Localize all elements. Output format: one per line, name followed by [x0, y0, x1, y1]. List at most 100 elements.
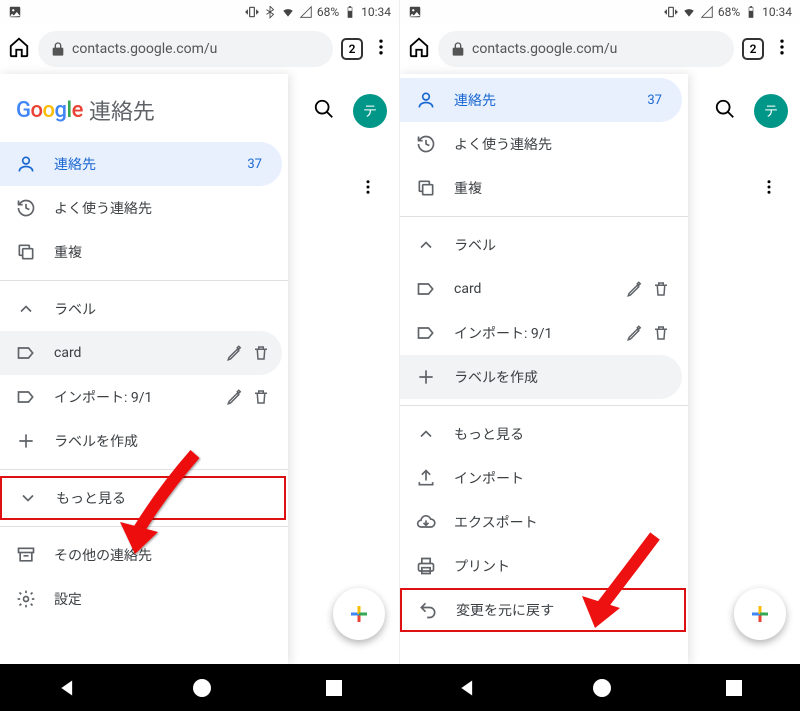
- label-icon: [416, 279, 436, 299]
- nav-export[interactable]: エクスポート: [400, 500, 682, 544]
- search-button[interactable]: [313, 98, 335, 124]
- nav-frequent[interactable]: よく使う連絡先: [400, 122, 682, 166]
- person-icon: [416, 90, 436, 110]
- pencil-icon[interactable]: [626, 280, 644, 298]
- label-icon: [16, 343, 36, 363]
- trash-icon[interactable]: [252, 388, 270, 406]
- browser-toolbar: contacts.google.com/u 2: [400, 24, 800, 74]
- settings[interactable]: 設定: [0, 577, 282, 621]
- label-card-text: card: [54, 345, 81, 361]
- nav-contacts[interactable]: 連絡先 37: [0, 142, 282, 186]
- home-button-nav[interactable]: [193, 679, 211, 697]
- recent-apps-button[interactable]: [326, 680, 342, 696]
- home-button-nav[interactable]: [593, 679, 611, 697]
- signal-icon: [700, 5, 714, 19]
- battery-icon: [744, 5, 758, 19]
- search-button[interactable]: [714, 98, 736, 124]
- nav-print[interactable]: プリント: [400, 544, 682, 588]
- label-card[interactable]: card: [400, 267, 682, 311]
- see-more-expanded[interactable]: もっと見る: [400, 412, 682, 456]
- overflow-menu[interactable]: [760, 178, 778, 200]
- labels-header[interactable]: ラベル: [400, 223, 682, 267]
- tab-count[interactable]: 2: [341, 38, 363, 60]
- divider: [0, 280, 288, 281]
- app-brand: Google 連絡先: [0, 80, 288, 142]
- statusbar: 68% 10:34: [0, 0, 399, 24]
- plus-icon: [416, 367, 436, 387]
- nav-duplicates[interactable]: 重複: [400, 166, 682, 210]
- nav-undo-changes[interactable]: 変更を元に戻す: [400, 588, 686, 632]
- copy-icon: [16, 242, 36, 262]
- address-bar[interactable]: contacts.google.com/u: [438, 31, 734, 67]
- image-icon: [8, 5, 22, 19]
- navigation-drawer: 連絡先 37 よく使う連絡先 重複 ラベル car: [400, 74, 688, 664]
- nav-duplicates[interactable]: 重複: [0, 230, 282, 274]
- tab-count[interactable]: 2: [742, 38, 764, 60]
- create-label[interactable]: ラベルを作成: [0, 419, 282, 463]
- label-icon: [16, 387, 36, 407]
- create-label[interactable]: ラベルを作成: [400, 355, 682, 399]
- pencil-icon[interactable]: [626, 324, 644, 342]
- nav-frequent-label: よく使う連絡先: [54, 198, 152, 218]
- home-button[interactable]: [8, 36, 30, 62]
- label-import-text: インポート: 9/1: [54, 387, 152, 407]
- nav-frequent[interactable]: よく使う連絡先: [0, 186, 282, 230]
- back-button[interactable]: [458, 678, 478, 698]
- fab-add-contact[interactable]: [734, 588, 786, 640]
- undo-icon: [418, 600, 438, 620]
- avatar[interactable]: テ: [754, 94, 788, 128]
- plus-icon: [16, 431, 36, 451]
- navigation-drawer: Google 連絡先 連絡先 37 よく使う連絡先 重複: [0, 74, 288, 664]
- trash-icon[interactable]: [252, 344, 270, 362]
- see-more[interactable]: もっと見る: [0, 476, 286, 520]
- import-text: インポート: [454, 468, 524, 488]
- avatar[interactable]: テ: [353, 94, 387, 128]
- nav-contacts[interactable]: 連絡先 37: [400, 78, 682, 122]
- nav-import[interactable]: インポート: [400, 456, 682, 500]
- label-import[interactable]: インポート: 9/1: [400, 311, 682, 355]
- battery-text: 68%: [317, 5, 339, 19]
- address-bar[interactable]: contacts.google.com/u: [38, 31, 333, 67]
- gear-icon: [16, 589, 36, 609]
- divider: [400, 216, 688, 217]
- vibrate-icon: [664, 5, 678, 19]
- home-button[interactable]: [408, 36, 430, 62]
- chevron-up-icon: [16, 299, 36, 319]
- google-logo: Google: [16, 98, 83, 123]
- print-text: プリント: [454, 556, 510, 576]
- pencil-icon[interactable]: [226, 388, 244, 406]
- other-contacts[interactable]: その他の連絡先: [0, 533, 282, 577]
- overflow-menu[interactable]: [359, 178, 377, 200]
- back-button[interactable]: [58, 678, 78, 698]
- recent-apps-button[interactable]: [726, 680, 742, 696]
- app-title: 連絡先: [89, 94, 155, 126]
- see-more-text: もっと見る: [454, 424, 524, 444]
- labels-header[interactable]: ラベル: [0, 287, 282, 331]
- nav-duplicates-label: 重複: [54, 242, 82, 262]
- browser-menu[interactable]: [772, 37, 792, 61]
- vibrate-icon: [245, 5, 259, 19]
- trash-icon[interactable]: [652, 324, 670, 342]
- labels-header-text: ラベル: [54, 299, 96, 319]
- screenshot-right: 68% 10:34 contacts.google.com/u 2 連絡先 37: [400, 0, 800, 664]
- lock-icon: [450, 41, 466, 57]
- battery-icon: [343, 5, 357, 19]
- screenshot-left: 68% 10:34 contacts.google.com/u 2 Google…: [0, 0, 400, 664]
- pencil-icon[interactable]: [226, 344, 244, 362]
- browser-menu[interactable]: [371, 37, 391, 61]
- fab-add-contact[interactable]: [333, 588, 385, 640]
- chevron-up-icon: [416, 235, 436, 255]
- nav-contacts-label: 連絡先: [454, 90, 496, 110]
- android-navbar: [0, 664, 800, 711]
- nav-contacts-label: 連絡先: [54, 154, 96, 174]
- upload-icon: [416, 468, 436, 488]
- divider: [0, 469, 288, 470]
- bluetooth-icon: [263, 5, 277, 19]
- contacts-count: 37: [247, 157, 270, 172]
- label-import[interactable]: インポート: 9/1: [0, 375, 282, 419]
- trash-icon[interactable]: [652, 280, 670, 298]
- cloud-download-icon: [416, 512, 436, 532]
- nav-duplicates-label: 重複: [454, 178, 482, 198]
- label-card[interactable]: card: [0, 331, 282, 375]
- label-card-text: card: [454, 281, 481, 297]
